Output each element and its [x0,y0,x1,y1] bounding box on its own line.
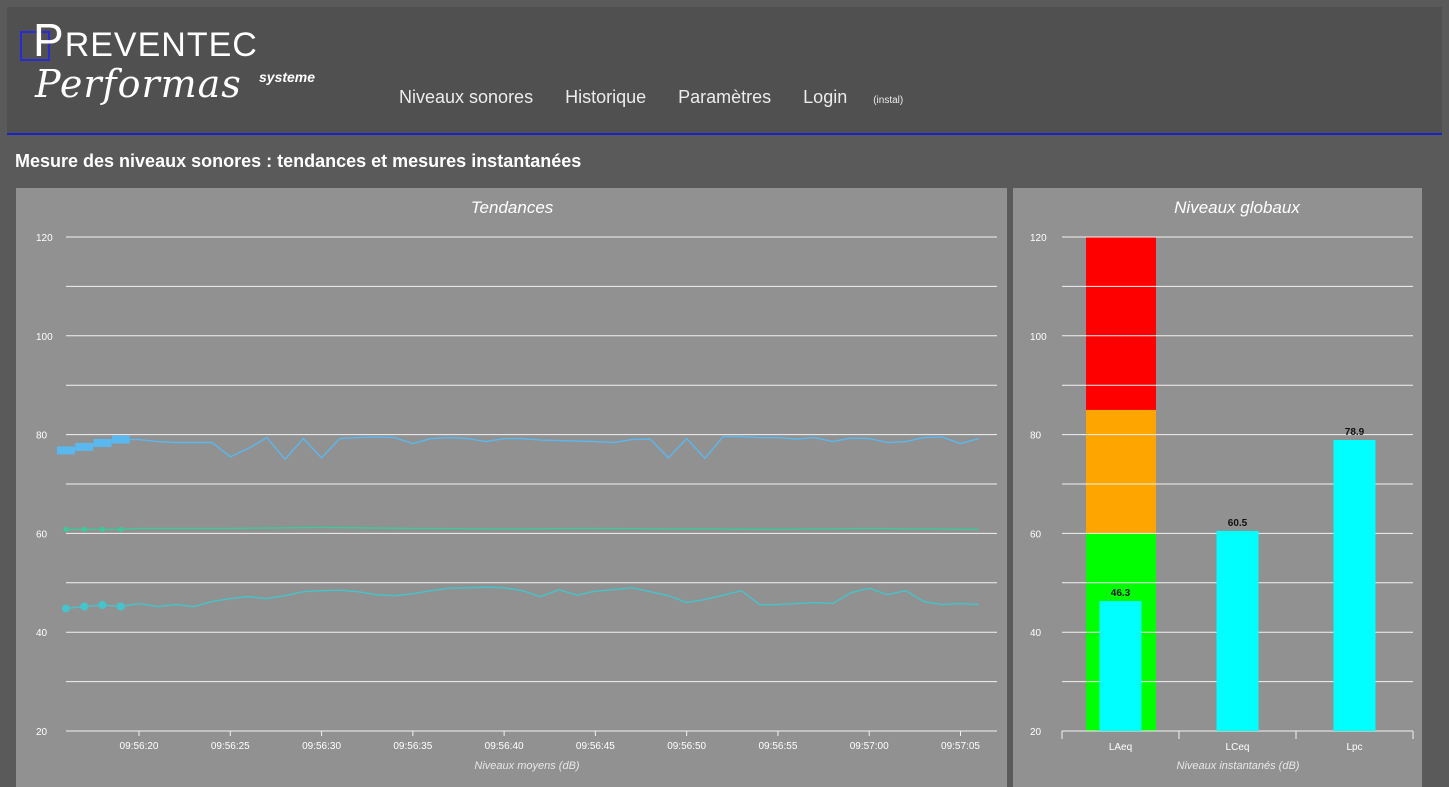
trends-series-marker [98,601,107,610]
nav-instal-link[interactable]: (instal) [873,95,903,106]
trends-series-marker [116,602,125,611]
trends-series-marker [75,442,94,451]
global-x-axis-label: Niveaux instantanés (dB) [1177,760,1300,772]
trends-series-marker [100,526,106,532]
trends-chart: Tendances 20 40 60 80 100 120 09:56:20 09:56:2… [36,198,997,772]
trends-x-tick: 09:56:45 [576,741,615,752]
nav-parametres[interactable]: Paramètres [678,87,771,108]
global-bar [1099,601,1142,731]
trends-y-tick: 80 [36,431,48,442]
trends-series-line [65,435,979,461]
global-bar [1333,440,1376,731]
global-y-tick: 120 [1030,233,1047,244]
global-y-tick: 80 [1030,431,1042,442]
trends-x-tick: 09:56:20 [120,741,159,752]
trends-x-tick: 09:56:35 [393,741,432,752]
trends-series-marker [81,526,87,532]
logo-performas: Performas [35,62,242,106]
trends-x-tick: 09:57:05 [941,741,980,752]
trends-y-tick: 100 [36,332,53,343]
global-bar [1216,530,1259,731]
trends-x-tick: 09:56:30 [302,741,341,752]
trends-x-tick: 09:56:55 [758,741,797,752]
page-title: Mesure des niveaux sonores : tendances e… [15,151,582,171]
global-y-tick: 100 [1030,332,1047,343]
trends-x-tick: 09:56:50 [667,741,706,752]
trends-series-marker [62,604,70,613]
global-x-tick: LAeq [1109,742,1132,753]
global-y-tick: 20 [1030,727,1042,738]
trends-series-marker [118,526,124,532]
app-header: PREVENTEC Performas systeme Niveaux sono… [7,7,1442,135]
trends-series-marker [63,526,69,532]
global-y-tick: 60 [1030,529,1042,540]
trends-x-tick: 09:56:25 [211,741,250,752]
trends-series-marker [93,438,112,447]
trends-x-tick: 09:56:40 [485,741,524,752]
trends-series-marker [80,602,89,611]
logo-systeme: systeme [259,69,316,85]
global-x-tick: LCeq [1226,742,1250,753]
global-levels-chart: Niveaux globaux 20 40 60 80 100 120 46.3 60.5 7… [1030,198,1414,772]
global-x-tick: Lpc [1346,742,1362,753]
global-bar-value: 46.3 [1111,588,1131,599]
trends-series-line [65,586,979,610]
trends-chart-title: Tendances [471,198,554,217]
trends-panel: Tendances 20 40 60 80 100 120 09:56:20 09:56:2… [16,188,1007,787]
trends-y-tick: 60 [36,529,48,540]
global-chart-title: Niveaux globaux [1174,198,1300,217]
global-bar-value: 78.9 [1345,427,1365,438]
trends-x-tick: 09:57:00 [850,741,889,752]
global-bar-value: 60.5 [1228,518,1248,529]
nav-login[interactable]: Login [803,87,847,108]
trends-y-tick: 120 [36,233,53,244]
trends-series-marker [57,446,75,455]
nav-historique[interactable]: Historique [565,87,646,108]
nav-niveaux-sonores[interactable]: Niveaux sonores [399,87,533,108]
global-levels-panel: Niveaux globaux 20 40 60 80 100 120 46.3 60.5 7… [1013,188,1422,787]
trends-series-line [66,526,979,531]
threshold-band [1086,237,1156,410]
trends-y-tick: 40 [36,628,48,639]
trends-series-marker [111,435,130,444]
trends-y-tick: 20 [36,727,48,738]
trends-x-axis-label: Niveaux moyens (dB) [474,760,579,772]
threshold-band [1086,409,1156,534]
global-y-tick: 40 [1030,628,1042,639]
main-nav: Niveaux sonores Historique Paramètres Lo… [399,87,903,108]
